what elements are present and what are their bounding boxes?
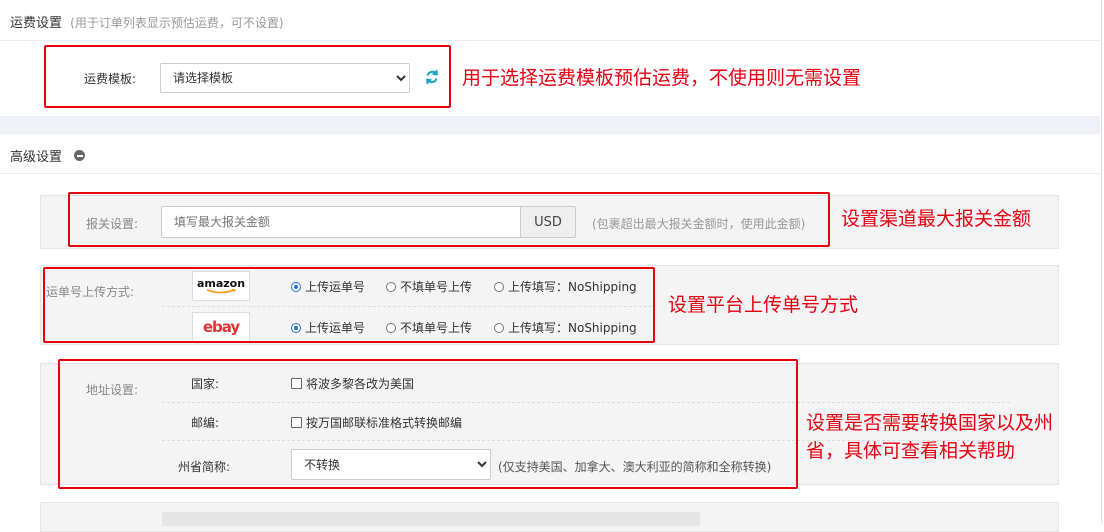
divider bbox=[0, 173, 1100, 174]
highlight-address bbox=[58, 359, 798, 489]
highlight-tracking bbox=[43, 267, 655, 343]
page-right-border bbox=[1101, 0, 1102, 523]
annotation-customs: 设置渠道最大报关金额 bbox=[841, 208, 1032, 230]
next-settings-row bbox=[162, 512, 700, 526]
shipping-section-header: 运费设置 (用于订单列表显示预估运费，可不设置) bbox=[10, 12, 284, 31]
section-separator-band bbox=[0, 116, 1100, 134]
highlight-customs bbox=[68, 192, 830, 247]
annotation-template: 用于选择运费模板预估运费，不使用则无需设置 bbox=[462, 67, 862, 89]
annotation-address-line1: 设置是否需要转换国家以及州 bbox=[806, 412, 1054, 434]
advanced-section-header: 高级设置 bbox=[10, 146, 86, 165]
shipping-section-hint: (用于订单列表显示预估运费，可不设置) bbox=[70, 16, 284, 30]
divider bbox=[0, 40, 1100, 41]
annotation-address-line2: 省，具体可查看相关帮助 bbox=[806, 440, 1016, 462]
collapse-icon[interactable] bbox=[74, 150, 86, 161]
annotation-tracking: 设置平台上传单号方式 bbox=[668, 294, 859, 316]
highlight-template bbox=[44, 45, 451, 108]
advanced-section-title: 高级设置 bbox=[10, 150, 63, 165]
shipping-section-title: 运费设置 bbox=[10, 16, 63, 31]
